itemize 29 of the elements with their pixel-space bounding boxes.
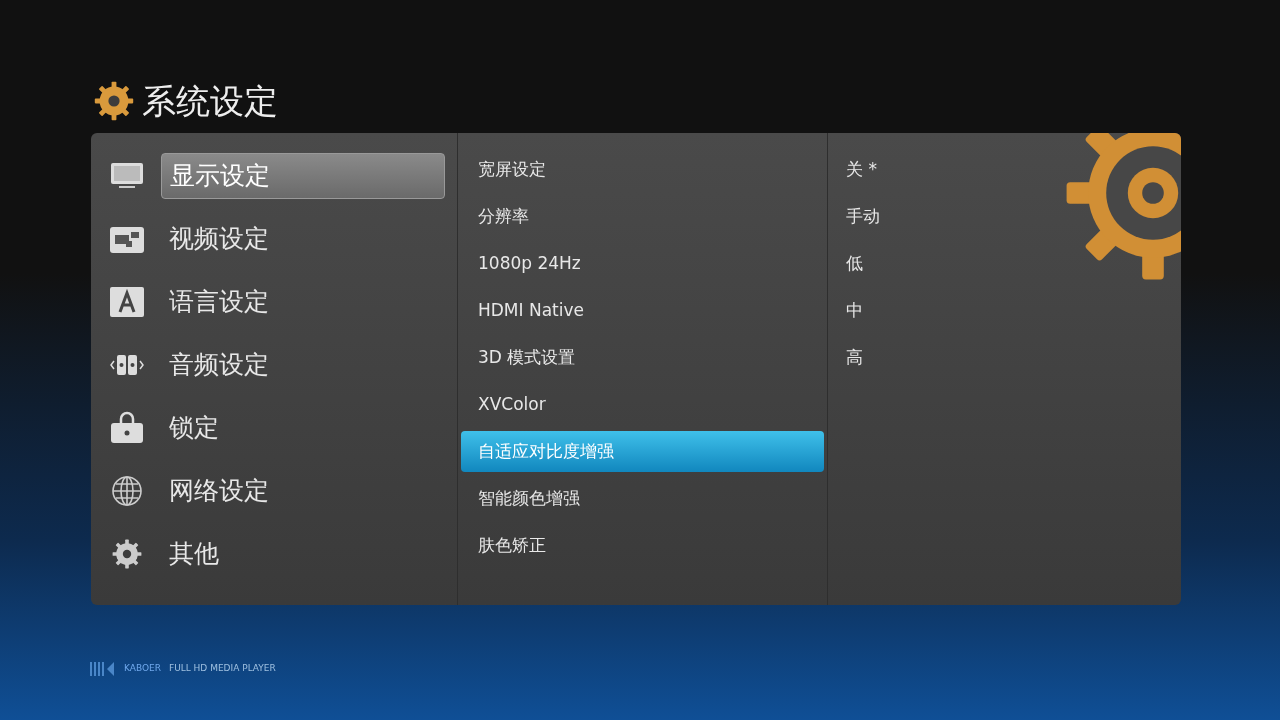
setting-item[interactable]: 肤色矫正: [461, 525, 824, 566]
setting-item[interactable]: 3D 模式设置: [461, 337, 824, 378]
brand-name: KABOER: [124, 662, 161, 676]
padlock-icon: [109, 410, 145, 446]
category-item[interactable]: 网络设定: [161, 468, 445, 514]
category-item[interactable]: 其他: [161, 531, 445, 577]
brand-tagline: FULL HD MEDIA PLAYER: [168, 662, 276, 676]
setting-item[interactable]: 分辨率: [461, 196, 824, 237]
setting-item[interactable]: XVColor: [461, 384, 824, 425]
page-title: 系统设定: [142, 83, 278, 118]
letter-a-icon: [109, 284, 145, 320]
equalizer-logo-icon: [90, 660, 116, 678]
option-item[interactable]: 关 *: [846, 149, 877, 190]
option-item[interactable]: 高: [846, 337, 863, 378]
option-item[interactable]: 中: [846, 290, 863, 331]
globe-icon: [109, 473, 145, 509]
settings-icon: [112, 539, 142, 569]
category-item[interactable]: 锁定: [161, 405, 445, 451]
category-item[interactable]: 语言设定: [161, 279, 445, 325]
setting-item[interactable]: 1080p 24Hz: [461, 243, 824, 284]
option-item[interactable]: 手动: [846, 196, 880, 237]
category-item[interactable]: 显示设定: [161, 153, 445, 199]
setting-item[interactable]: 智能颜色增强: [461, 478, 824, 519]
setting-item[interactable]: 宽屏设定: [461, 149, 824, 190]
category-item[interactable]: 视频设定: [161, 216, 445, 262]
category-item[interactable]: 音频设定: [161, 342, 445, 388]
option-item[interactable]: 低: [846, 243, 863, 284]
setting-item[interactable]: HDMI Native: [461, 290, 824, 331]
settings-icon: [94, 80, 134, 121]
